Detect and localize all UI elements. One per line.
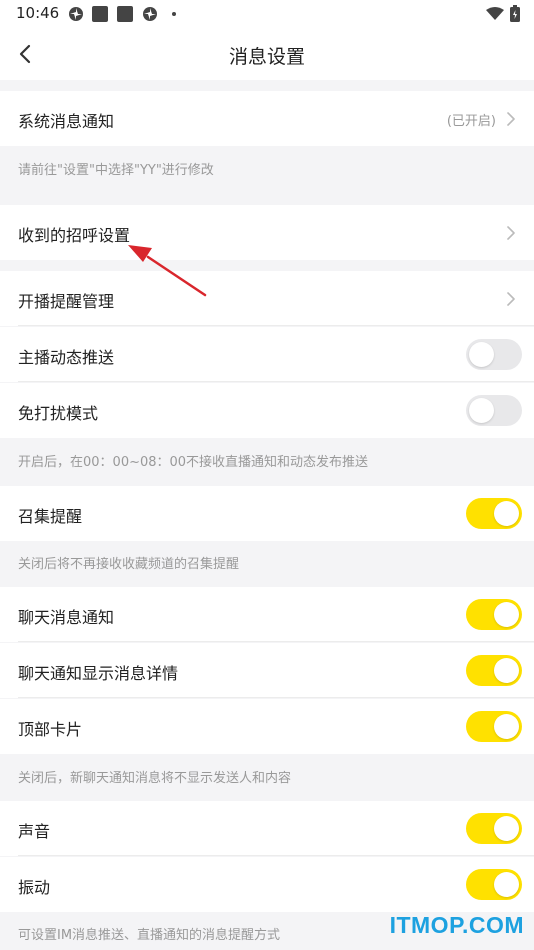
row-gather: 召集提醒 (0, 486, 534, 541)
hint-sound: 可设置IM消息推送、直播通知的消息提醒方式 (18, 928, 281, 943)
row-label: 聊天消息通知 (18, 608, 115, 627)
hint-gather: 关闭后将不再接收收藏频道的召集提醒 (18, 557, 240, 572)
wifi-icon (486, 6, 504, 20)
pinwheel-icon (69, 7, 83, 21)
toggle-knob (494, 816, 519, 841)
toggle-knob (469, 398, 494, 423)
gather-toggle[interactable] (466, 498, 522, 529)
toggle-knob (494, 658, 519, 683)
chevron-right-icon (507, 226, 515, 240)
row-label: 开播提醒管理 (18, 292, 115, 311)
hint-system: 请前往"设置"中选择"YY"进行修改 (18, 163, 214, 178)
page-title: 消息设置 (228, 46, 305, 68)
status-bar: 10:46 (0, 0, 534, 28)
row-vibrate: 振动 (0, 857, 534, 912)
chat-detail-toggle[interactable] (466, 655, 522, 686)
status-right (486, 5, 520, 22)
square-icon (92, 6, 108, 22)
anchor-feed-toggle[interactable] (466, 339, 522, 370)
watermark-logo: ITMOP.COM (389, 912, 524, 938)
divider (18, 381, 534, 382)
status-text: (已开启) (446, 114, 496, 129)
sound-toggle[interactable] (466, 813, 522, 844)
divider (18, 697, 534, 698)
toggle-knob (494, 714, 519, 739)
square-icon (117, 6, 133, 22)
toggle-knob (494, 501, 519, 526)
top-card-toggle[interactable] (466, 711, 522, 742)
row-label: 声音 (18, 822, 51, 841)
row-top-card: 顶部卡片 (0, 699, 534, 754)
toggle-knob (494, 602, 519, 627)
chevron-right-icon (507, 112, 515, 126)
row-label: 召集提醒 (18, 507, 83, 526)
row-system-notify[interactable]: 系统消息通知 (已开启) (0, 91, 534, 146)
dnd-mode-toggle[interactable] (466, 395, 522, 426)
divider (18, 641, 534, 642)
divider (18, 325, 534, 326)
row-chat-detail: 聊天通知显示消息详情 (0, 643, 534, 698)
status-time: 10:46 (16, 4, 60, 22)
hint-dnd: 开启后，在00：00~08：00不接收直播通知和动态发布推送 (18, 455, 369, 470)
row-greeting-settings[interactable]: 收到的招呼设置 (0, 205, 534, 260)
row-label: 振动 (18, 878, 51, 897)
dot-icon (172, 12, 176, 16)
vibrate-toggle[interactable] (466, 869, 522, 900)
nav-bar: 消息设置 (0, 28, 534, 80)
row-label: 免打扰模式 (18, 404, 99, 423)
row-label: 系统消息通知 (18, 112, 115, 131)
row-chat-notify: 聊天消息通知 (0, 587, 534, 642)
row-label: 收到的招呼设置 (18, 226, 131, 245)
battery-icon (510, 5, 520, 22)
toggle-knob (469, 342, 494, 367)
row-anchor-feed: 主播动态推送 (0, 327, 534, 382)
row-live-reminder[interactable]: 开播提醒管理 (0, 271, 534, 326)
divider (18, 855, 534, 856)
toggle-knob (494, 872, 519, 897)
chat-notify-toggle[interactable] (466, 599, 522, 630)
pinwheel-icon (143, 7, 157, 21)
hint-chat: 关闭后，新聊天通知消息将不显示发送人和内容 (18, 771, 292, 786)
row-label: 顶部卡片 (18, 720, 83, 739)
row-sound: 声音 (0, 801, 534, 856)
row-label: 聊天通知显示消息详情 (18, 664, 179, 683)
row-dnd-mode: 免打扰模式 (0, 383, 534, 438)
row-label: 主播动态推送 (18, 348, 115, 367)
chevron-right-icon (507, 292, 515, 306)
